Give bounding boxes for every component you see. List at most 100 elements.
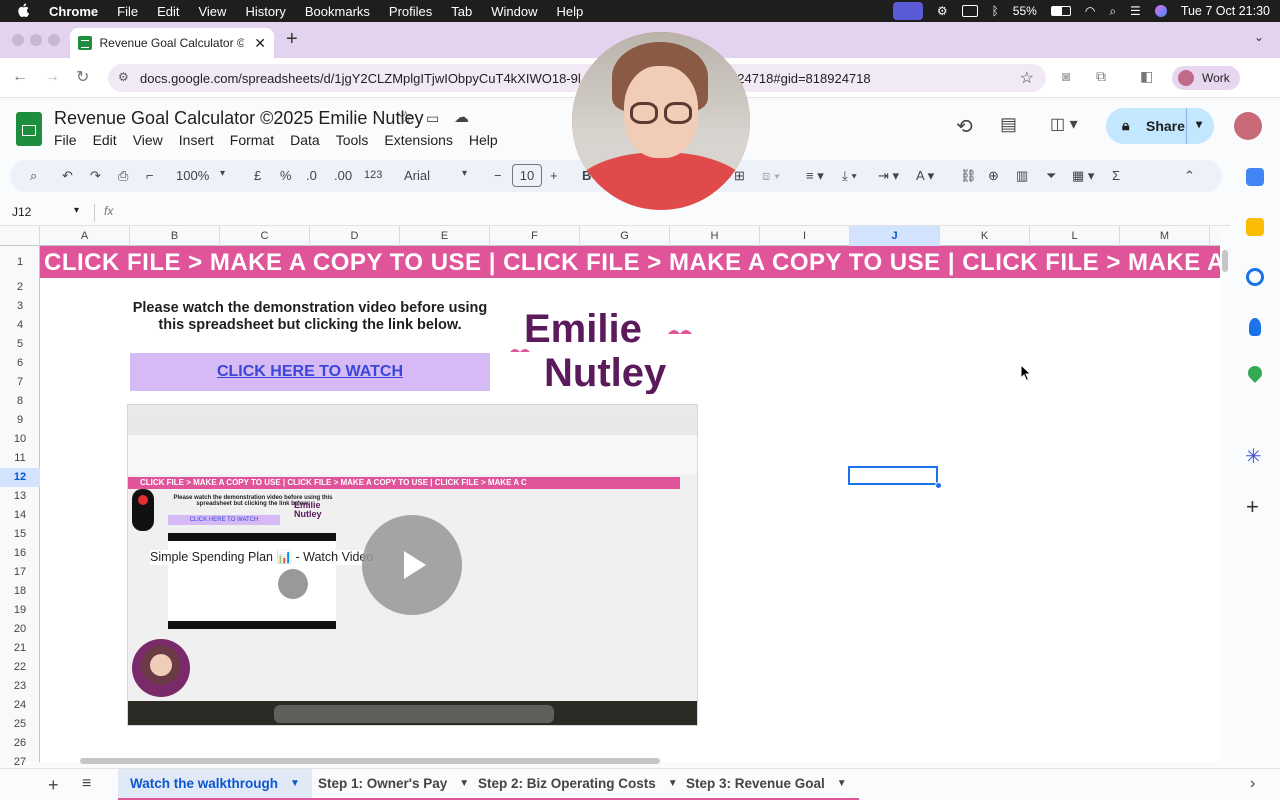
fill-handle[interactable] [935,482,942,489]
text-wrapping-icon[interactable]: ⇥ ▾ [878,168,899,184]
meet-icon[interactable]: ◫ ▾ [1050,114,1078,134]
profile-button[interactable]: Work [1172,66,1240,90]
merge-cells-icon[interactable]: ⧈ ▾ [762,168,780,184]
mac-menu-file[interactable]: File [117,4,138,19]
tab-search-chevron-icon[interactable]: ⌄ [1254,30,1264,44]
search-icon[interactable]: ⌕ [1109,4,1116,19]
browser-tab-active[interactable]: Revenue Goal Calculator ©20 ✕ [70,28,274,58]
explore-chevron-icon[interactable]: › [1250,775,1255,793]
column-header-c[interactable]: C [220,226,310,246]
font-size-input[interactable]: 10 [512,164,542,187]
vertical-scrollbar[interactable] [1220,246,1230,762]
row-header-20[interactable]: 20 [0,620,40,639]
sidebar-icon[interactable]: ◧ [1140,68,1153,85]
insert-comment-icon[interactable]: ⊕ [988,168,999,184]
mac-menu-bookmarks[interactable]: Bookmarks [305,4,370,19]
star-icon[interactable]: ☆ [398,108,413,128]
column-header-a[interactable]: A [40,226,130,246]
row-header-22[interactable]: 22 [0,658,40,677]
menu-edit[interactable]: Edit [93,132,117,148]
menu-file[interactable]: File [54,132,77,148]
row-header-13[interactable]: 13 [0,487,40,506]
bluetooth-icon[interactable]: ᛒ [992,4,999,18]
document-title[interactable]: Revenue Goal Calculator ©2025 Emilie Nut… [54,108,423,129]
column-header-i[interactable]: I [760,226,850,246]
row-header-7[interactable]: 7 [0,373,40,392]
row-header-6[interactable]: 6 [0,354,40,373]
menu-clock[interactable]: Tue 7 Oct 21:30 [1181,4,1270,18]
mac-menu-view[interactable]: View [198,4,226,19]
siri-icon[interactable] [1154,5,1167,17]
menu-data[interactable]: Data [290,132,320,148]
row-header-1[interactable]: 1 [0,246,40,278]
row-header-21[interactable]: 21 [0,639,40,658]
mac-menu-help[interactable]: Help [557,4,584,19]
close-tab-icon[interactable]: ✕ [254,35,266,52]
play-button[interactable] [362,515,462,615]
sheet-tab-owners-pay[interactable]: Step 1: Owner's Pay ▼ [306,769,482,800]
sheet-tab-menu-icon[interactable]: ▼ [290,778,300,789]
row-header-9[interactable]: 9 [0,411,40,430]
app-menu-chrome[interactable]: Chrome [49,4,98,19]
video-title[interactable]: Simple Spending Plan 📊 - Watch Video [150,550,374,565]
comments-icon[interactable]: ▤ [1000,114,1017,135]
undo-icon[interactable]: ↶ [62,168,73,184]
all-sheets-icon[interactable]: ≡ [82,775,91,793]
window-icon[interactable] [961,5,978,17]
row-header-24[interactable]: 24 [0,696,40,715]
row-header-23[interactable]: 23 [0,677,40,696]
insert-link-icon[interactable]: ⛓ [960,168,977,184]
column-header-d[interactable]: D [310,226,400,246]
extensions-icon[interactable]: ⧉ [1096,68,1106,85]
share-button[interactable]: 🔒︎ Share ▾ [1106,108,1214,144]
sheet-tab-menu-icon[interactable]: ▼ [837,778,847,789]
horizontal-align-icon[interactable]: ≡ ▾ [806,168,824,184]
font-chevron-icon[interactable]: ▾ [462,168,467,179]
new-tab-icon[interactable]: + [286,28,298,51]
select-all-corner[interactable] [0,226,40,246]
battery-icon[interactable] [1050,6,1071,16]
get-add-ons-icon[interactable]: + [1246,494,1264,519]
column-header-h[interactable]: H [670,226,760,246]
row-header-5[interactable]: 5 [0,335,40,354]
redo-icon[interactable]: ↷ [90,168,101,184]
video-preview[interactable]: CLICK FILE > MAKE A COPY TO USE | CLICK … [127,404,698,726]
bookmark-star-icon[interactable]: ☆ [1020,68,1034,88]
paint-format-icon[interactable]: ⌐ [146,168,154,183]
row-header-8[interactable]: 8 [0,392,40,411]
sheets-logo-icon[interactable] [16,112,42,146]
row-header-17[interactable]: 17 [0,563,40,582]
zoom-chevron-icon[interactable]: ▾ [220,168,225,179]
column-header-e[interactable]: E [400,226,490,246]
share-dropdown-icon[interactable]: ▾ [1196,117,1202,131]
wifi-icon[interactable]: ◠ [1085,4,1095,18]
apple-icon[interactable] [18,2,30,20]
column-header-j[interactable]: J [850,226,940,246]
row-header-2[interactable]: 2 [0,278,40,297]
collapse-toolbar-icon[interactable]: ⌃ [1184,168,1195,184]
row-header-14[interactable]: 14 [0,506,40,525]
keep-icon[interactable] [1246,218,1264,236]
row-header-19[interactable]: 19 [0,601,40,620]
decrease-decimal-button[interactable]: .0 [306,168,317,183]
column-header-m[interactable]: M [1120,226,1210,246]
minimize-window-button[interactable] [30,34,42,46]
calendar-icon[interactable] [1246,168,1264,186]
zoom-select[interactable]: 100% [176,168,209,183]
control-center-icon[interactable]: ☰ [1130,4,1141,18]
column-header-f[interactable]: F [490,226,580,246]
sheet-tab-walkthrough[interactable]: Watch the walkthrough ▼ [118,769,312,800]
screen-record-icon[interactable] [892,2,923,20]
row-header-12[interactable]: 12 [0,468,40,487]
row-header-18[interactable]: 18 [0,582,40,601]
column-header-k[interactable]: K [940,226,1030,246]
increase-decimal-button[interactable]: .00 [334,168,352,183]
account-avatar[interactable] [1234,112,1262,140]
camera-icon[interactable]: ◙ [1062,68,1070,84]
filter-icon[interactable]: ⏷ [1046,168,1056,184]
percent-format-button[interactable]: % [280,168,292,183]
column-header-g[interactable]: G [580,226,670,246]
column-header-l[interactable]: L [1030,226,1120,246]
gear-icon[interactable]: ⚙ [937,4,948,18]
font-size-decrease-button[interactable]: − [494,168,502,183]
